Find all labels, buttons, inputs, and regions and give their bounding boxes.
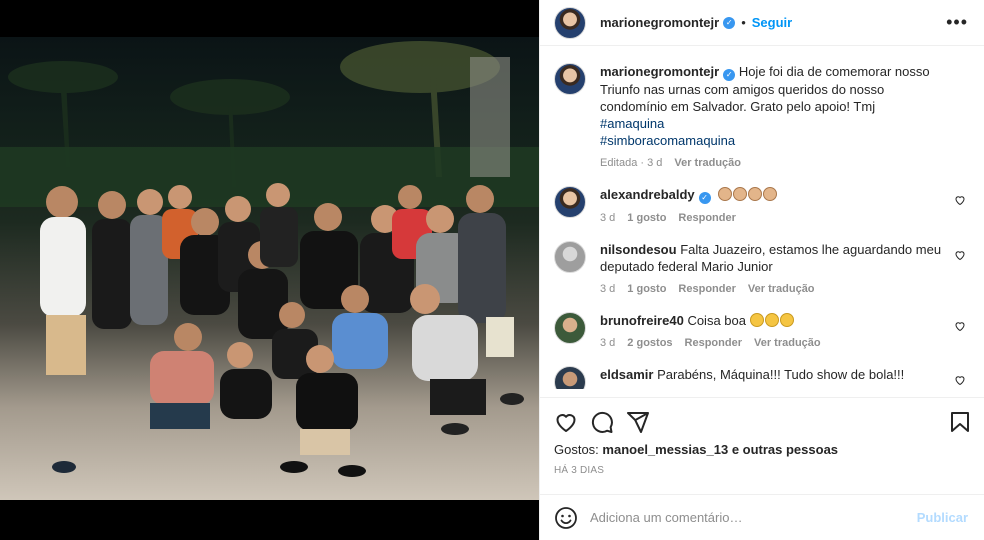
- avatar[interactable]: [554, 366, 586, 389]
- publish-button[interactable]: Publicar: [917, 510, 968, 525]
- posted-time: HÁ 3 DIAS: [554, 465, 605, 476]
- comment-body: brunofreire40 Coisa boa 3 d 2 gostos Res…: [600, 312, 968, 352]
- verified-badge-icon: ✓: [698, 192, 711, 204]
- avatar[interactable]: [554, 186, 586, 218]
- post-header: marionegromontejr ✓ • Seguir •••: [540, 0, 984, 46]
- verified-badge-icon: ✓: [723, 16, 736, 29]
- comment-input[interactable]: [590, 510, 917, 525]
- avatar[interactable]: [554, 6, 586, 39]
- likes-user-link[interactable]: manoel_messias_13: [602, 442, 728, 457]
- comment-username[interactable]: nilsondesou: [600, 242, 677, 257]
- comment-username[interactable]: alexandrebaldy: [600, 187, 695, 202]
- post-photo[interactable]: [0, 37, 539, 500]
- likes-suffix[interactable]: e outras pessoas: [732, 442, 838, 457]
- post-actions: Gostos: manoel_messias_13 e outras pesso…: [540, 397, 984, 476]
- comment-body: alexandrebaldy ✓ 3 d 1 gosto Responder: [600, 186, 968, 227]
- avatar[interactable]: [554, 241, 586, 273]
- heart-icon[interactable]: [554, 410, 578, 434]
- more-options-icon[interactable]: •••: [946, 12, 968, 33]
- verified-badge-icon: ✓: [723, 69, 736, 81]
- translate-link[interactable]: Ver tradução: [748, 281, 815, 298]
- action-icons: [554, 406, 972, 438]
- comment-likes[interactable]: 1 gosto: [627, 281, 666, 298]
- reply-button[interactable]: Responder: [678, 281, 735, 298]
- hashtag-link[interactable]: #simboracomamaquina: [600, 132, 944, 149]
- hashtag-link[interactable]: #amaquina: [600, 115, 944, 132]
- follow-button[interactable]: Seguir: [752, 15, 792, 30]
- clapping-hands-icon: [749, 313, 795, 328]
- comment-body: nilsondesou Falta Juazeiro, estamos lhe …: [600, 241, 968, 298]
- comment-time: 3 d: [600, 212, 616, 224]
- likes-prefix: Gostos:: [554, 442, 599, 457]
- likes-summary: Gostos: manoel_messias_13 e outras pesso…: [554, 442, 972, 457]
- comments-list[interactable]: marionegromontejr ✓ Hoje foi dia de comem…: [540, 47, 984, 389]
- comment-heart-icon[interactable]: [954, 374, 966, 386]
- caption-body: marionegromontejr ✓ Hoje foi dia de comem…: [600, 63, 968, 172]
- emoji-icon[interactable]: [554, 506, 578, 530]
- comment-meta: 3 d 2 gostos Responder Ver tradução: [600, 335, 944, 352]
- comment-item: alexandrebaldy ✓ 3 d 1 gosto Responder: [554, 186, 968, 227]
- reply-button[interactable]: Responder: [685, 335, 742, 352]
- comment-text: Coisa boa: [687, 313, 746, 328]
- header-username[interactable]: marionegromontejr: [600, 15, 719, 30]
- comment-username[interactable]: eldsamir: [600, 367, 653, 382]
- comment-heart-icon[interactable]: [954, 320, 966, 332]
- comment-heart-icon[interactable]: [954, 194, 966, 206]
- instagram-post: marionegromontejr ✓ • Seguir ••• marione…: [0, 0, 984, 540]
- comment-meta: 3 d 1 gosto Responder Ver tradução: [600, 281, 944, 298]
- add-comment-bar: Publicar: [540, 494, 984, 540]
- comment-text: Parabéns, Máquina!!! Tudo show de bola!!…: [657, 367, 905, 382]
- reply-button[interactable]: Responder: [678, 210, 735, 227]
- comment-heart-icon[interactable]: [954, 249, 966, 261]
- comment-icon[interactable]: [590, 410, 614, 434]
- comment-item: nilsondesou Falta Juazeiro, estamos lhe …: [554, 241, 968, 298]
- edited-label: Editada · 3 d: [600, 157, 663, 169]
- share-icon[interactable]: [626, 410, 650, 434]
- caption: marionegromontejr ✓ Hoje foi dia de comem…: [554, 63, 968, 172]
- post-media: [0, 0, 539, 540]
- comment-item: brunofreire40 Coisa boa 3 d 2 gostos Res…: [554, 312, 968, 352]
- translate-link[interactable]: Ver tradução: [674, 155, 741, 172]
- comment-meta: 3 d 1 gosto Responder: [600, 210, 944, 227]
- group-photo-illustration: [0, 41, 539, 477]
- comment-body: eldsamir Parabéns, Máquina!!! Tudo show …: [600, 366, 968, 383]
- caption-username[interactable]: marionegromontejr: [600, 64, 719, 79]
- comment-time: 3 d: [600, 337, 616, 349]
- comment-item: eldsamir Parabéns, Máquina!!! Tudo show …: [554, 366, 968, 389]
- clapping-hands-icon: [718, 187, 778, 202]
- comment-time: 3 d: [600, 283, 616, 295]
- bookmark-icon[interactable]: [948, 410, 972, 434]
- avatar[interactable]: [554, 63, 586, 95]
- comment-username[interactable]: brunofreire40: [600, 313, 684, 328]
- comment-likes[interactable]: 2 gostos: [627, 335, 672, 352]
- avatar[interactable]: [554, 312, 586, 344]
- caption-meta: Editada · 3 d Ver tradução: [600, 155, 944, 172]
- comment-likes[interactable]: 1 gosto: [627, 210, 666, 227]
- translate-link[interactable]: Ver tradução: [754, 335, 821, 352]
- post-sidebar: marionegromontejr ✓ • Seguir ••• marione…: [539, 0, 984, 540]
- separator-dot: •: [741, 15, 746, 30]
